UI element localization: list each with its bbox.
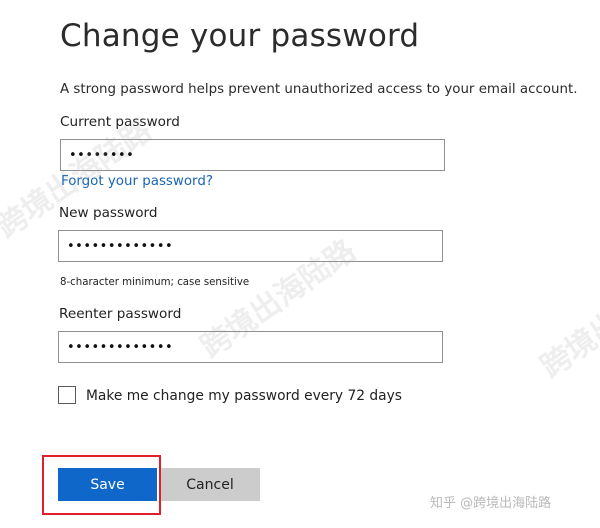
page-description: A strong password helps prevent unauthor… (60, 82, 578, 97)
reenter-password-label: Reenter password (59, 306, 182, 322)
forgot-password-link[interactable]: Forgot your password? (61, 174, 213, 189)
current-password-input[interactable] (60, 139, 445, 171)
cancel-button[interactable]: Cancel (160, 468, 260, 501)
watermark-text-right: 跨境出海陆路 (534, 253, 600, 386)
new-password-label: New password (59, 205, 158, 221)
expire-password-checkbox[interactable] (58, 386, 76, 404)
reenter-password-input[interactable] (58, 331, 443, 363)
save-button[interactable]: Save (58, 468, 157, 501)
password-requirements-hint: 8-character minimum; case sensitive (60, 277, 250, 288)
page-title: Change your password (60, 18, 420, 54)
expire-password-checkbox-label[interactable]: Make me change my password every 72 days (86, 388, 402, 404)
new-password-input[interactable] (58, 230, 443, 262)
current-password-label: Current password (60, 114, 180, 130)
watermark-footer: 知乎 @跨境出海陆路 (430, 496, 552, 511)
